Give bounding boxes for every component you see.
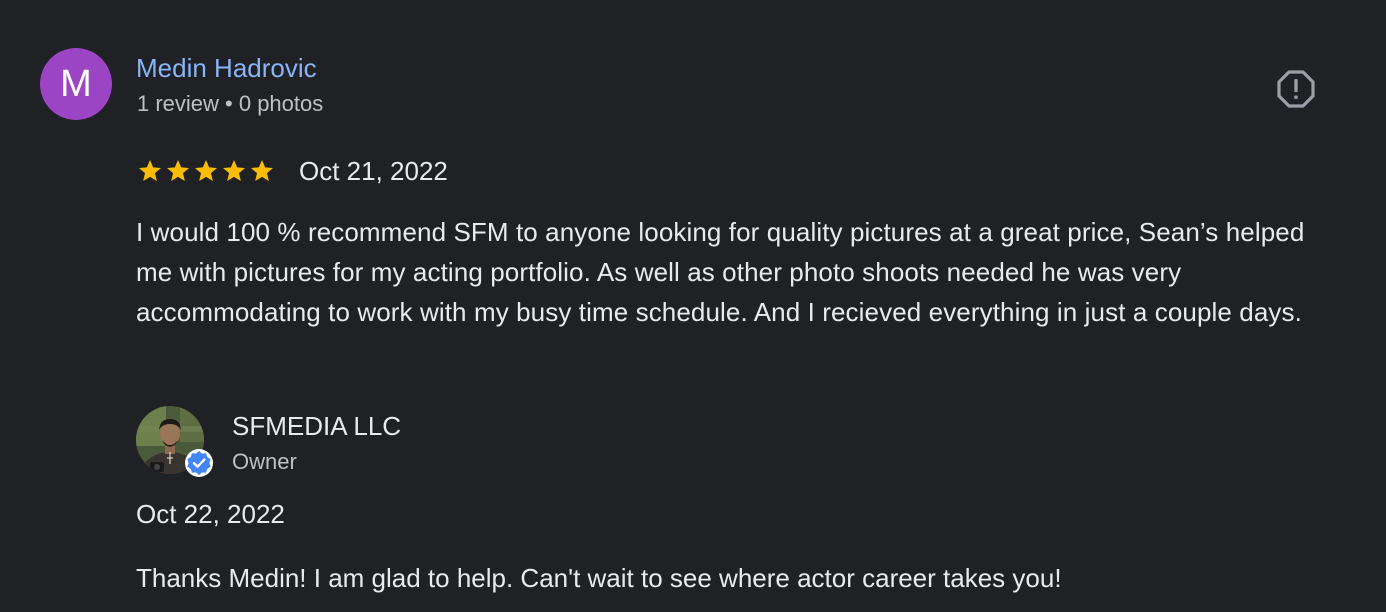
avatar-initial: M: [60, 63, 92, 105]
star-rating: [137, 158, 275, 184]
star-icon: [166, 159, 190, 181]
reply-text: Thanks Medin! I am glad to help. Can't w…: [136, 563, 1062, 593]
reviewer-meta: 1 review • 0 photos: [137, 91, 324, 116]
owner-name: SFMEDIA LLC: [232, 411, 402, 441]
owner-avatar[interactable]: [136, 406, 213, 478]
avatar[interactable]: M: [40, 48, 112, 120]
star-icon: [194, 159, 218, 181]
star-icon: [250, 159, 274, 181]
rating-row: Oct 21, 2022: [137, 155, 448, 187]
star-icon: [138, 159, 162, 181]
reply-date: Oct 22, 2022: [136, 499, 285, 529]
review-card: M Medin Hadrovic 1 review • 0 photos Oct…: [0, 0, 1386, 612]
report-flag-icon[interactable]: [1276, 69, 1316, 109]
reviewer-name-link[interactable]: Medin Hadrovic: [136, 53, 317, 84]
verified-badge-icon: [185, 449, 213, 477]
review-text: I would 100 % recommend SFM to anyone lo…: [136, 217, 1305, 327]
star-icon: [222, 159, 246, 181]
owner-role: Owner: [232, 449, 297, 474]
review-date: Oct 21, 2022: [299, 155, 448, 186]
